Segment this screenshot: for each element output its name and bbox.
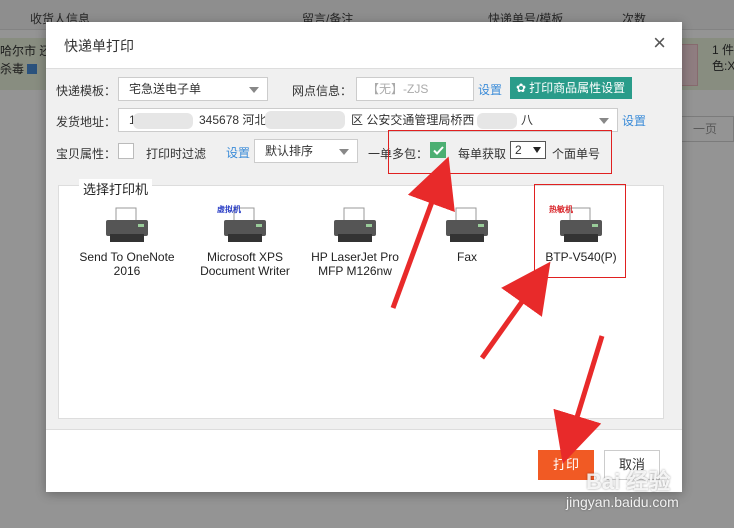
sender-settings-link[interactable]: 设置 [622,112,646,129]
virtual-printer-tag: 虚拟机 [217,205,241,214]
sender-address-select[interactable]: 1 345678 河北 区 公安交通管理局桥西 八 [118,108,618,132]
printer-icon [446,207,488,242]
printer-icon [106,207,148,242]
highlight-multi-pack [388,130,612,174]
watermark-url: jingyan.baidu.com [566,494,679,510]
chevron-down-icon [249,87,259,93]
template-label: 快递模板： [56,84,117,98]
printer-onenote[interactable]: Send To OneNote 2016 [73,202,181,278]
print-filter-checkbox[interactable] [118,143,134,159]
sort-select[interactable]: 默认排序 [254,139,358,163]
dialog-title: 快递单打印 [64,38,134,54]
branch-label: 网点信息： [292,84,353,98]
chevron-down-icon [599,118,609,124]
gear-icon: ✿ [516,81,527,95]
attr-settings-button[interactable]: ✿ 打印商品属性设置 [510,77,632,99]
printer-fax[interactable]: Fax [413,202,521,264]
close-icon[interactable]: × [653,32,666,54]
sender-label: 发货地址： [56,115,117,129]
printer-hp[interactable]: HP LaserJet Pro MFP M126nw [301,202,409,278]
chevron-down-icon [339,149,349,155]
printer-icon [334,207,376,242]
branch-input[interactable]: 【无】-ZJS [356,77,474,101]
print-filter-label: 打印时过滤 [146,147,207,161]
highlight-thermal-printer [534,184,626,278]
baby-attr-label: 宝贝属性： [56,147,117,161]
printer-section-title: 选择打印机 [79,179,153,198]
template-select[interactable]: 宅急送电子单 [118,77,268,101]
branch-settings-link[interactable]: 设置 [478,81,502,98]
printer-xps[interactable]: 虚拟机 Microsoft XPS Document Writer [191,202,299,278]
attr-settings-link[interactable]: 设置 [226,144,250,161]
watermark-brand: Bai 经验 [586,469,671,494]
